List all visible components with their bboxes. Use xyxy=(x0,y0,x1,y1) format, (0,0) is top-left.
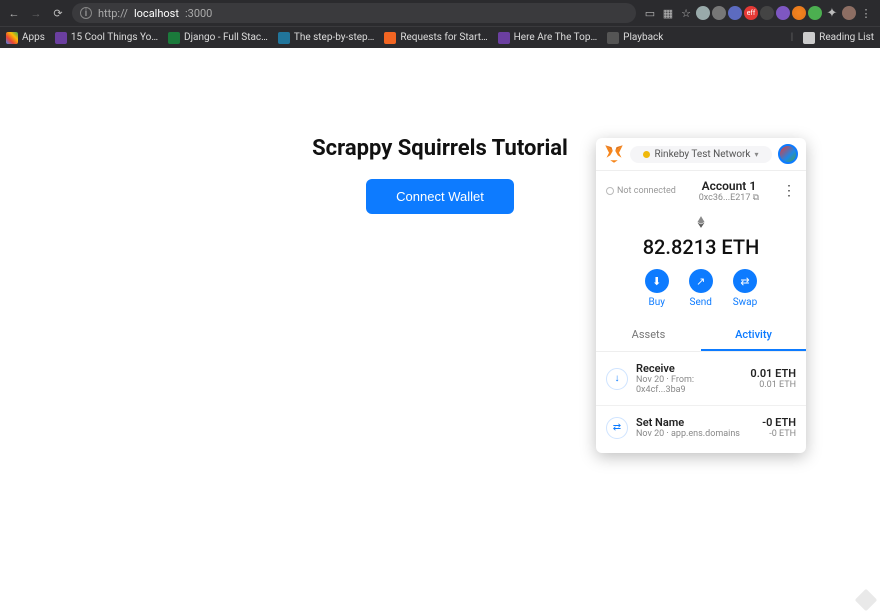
connect-wallet-button[interactable]: Connect Wallet xyxy=(366,179,514,214)
metamask-popup: Rinkeby Test Network ▾ Not connected Acc… xyxy=(596,138,806,453)
extensions-button[interactable]: ✦ xyxy=(824,5,840,21)
ext-icon[interactable] xyxy=(728,6,742,20)
metamask-ext-icon[interactable] xyxy=(792,6,806,20)
receive-icon: ↓ xyxy=(606,368,628,390)
ext-eff-icon[interactable]: eff xyxy=(744,6,758,20)
swap-icon: ⇄ xyxy=(606,417,628,439)
tx-amount: 0.01 ETH xyxy=(750,367,796,380)
buy-button[interactable]: ⬇Buy xyxy=(645,269,669,308)
menu-button[interactable]: ⋮ xyxy=(858,5,874,21)
eth-icon xyxy=(694,215,708,229)
extensions-row: ▭ ▦ ☆ eff ✦ ⋮ xyxy=(642,5,874,21)
back-button[interactable]: ← xyxy=(6,5,22,21)
send-button[interactable]: ↗Send xyxy=(689,269,713,308)
account-menu-button[interactable]: ⋮ xyxy=(782,183,796,199)
account-avatar[interactable] xyxy=(778,144,798,164)
metamask-fox-icon xyxy=(604,144,624,164)
tx-title: Set Name xyxy=(636,416,754,429)
bookmark-item[interactable]: The step-by-step… xyxy=(278,32,374,44)
info-icon: i xyxy=(80,7,92,19)
tx-amount-sub: -0 ETH xyxy=(762,429,796,439)
cast-icon[interactable]: ▭ xyxy=(642,5,658,21)
tx-amount: -0 ETH xyxy=(762,416,796,429)
bookmark-item[interactable]: 15 Cool Things Yo… xyxy=(55,32,158,44)
balance: 82.8213 ETH xyxy=(596,229,806,269)
ext-icon[interactable] xyxy=(760,6,774,20)
bookmark-item[interactable]: Here Are The Top… xyxy=(498,32,597,44)
profile-avatar[interactable] xyxy=(842,6,856,20)
copy-icon[interactable]: ⧉ xyxy=(753,193,759,203)
account-row: Not connected Account 1 0xc36...E217 ⧉ ⋮ xyxy=(596,171,806,211)
apps-button[interactable]: Apps xyxy=(6,32,45,44)
chevron-down-icon: ▾ xyxy=(755,150,759,159)
metamask-header: Rinkeby Test Network ▾ xyxy=(596,138,806,171)
url-scheme: http:// xyxy=(98,7,128,20)
browser-chrome: ← → ⟳ i http:// localhost :3000 ▭ ▦ ☆ eff … xyxy=(0,0,880,48)
forward-button[interactable]: → xyxy=(28,5,44,21)
account-address[interactable]: 0xc36...E217 ⧉ xyxy=(699,193,759,203)
star-icon[interactable]: ☆ xyxy=(678,5,694,21)
ext-icon[interactable] xyxy=(696,6,710,20)
bookmark-item[interactable]: Django - Full Stac… xyxy=(168,32,268,44)
page-content: Scrappy Squirrels Tutorial Connect Walle… xyxy=(0,136,880,614)
ext-icon[interactable] xyxy=(808,6,822,20)
qr-icon[interactable]: ▦ xyxy=(660,5,676,21)
url-port: :3000 xyxy=(185,7,212,20)
tx-row[interactable]: ↓ ReceiveNov 20 · From: 0x4cf...3ba9 0.0… xyxy=(596,352,806,406)
tx-amount-sub: 0.01 ETH xyxy=(750,380,796,390)
swap-button[interactable]: ⇄Swap xyxy=(733,269,758,308)
tabs: Assets Activity xyxy=(596,320,806,352)
network-selector[interactable]: Rinkeby Test Network ▾ xyxy=(630,146,772,163)
tx-sub: Nov 20 · From: 0x4cf...3ba9 xyxy=(636,375,742,395)
bookmark-item[interactable]: Requests for Start… xyxy=(384,32,487,44)
network-label: Rinkeby Test Network xyxy=(654,149,750,160)
toolbar: ← → ⟳ i http:// localhost :3000 ▭ ▦ ☆ eff … xyxy=(0,0,880,26)
reload-button[interactable]: ⟳ xyxy=(50,5,66,21)
corner-badge-icon xyxy=(855,589,878,612)
arrow-up-right-icon: ↗ xyxy=(689,269,713,293)
url-host: localhost xyxy=(134,7,179,20)
tab-activity[interactable]: Activity xyxy=(701,320,806,351)
connection-status[interactable]: Not connected xyxy=(606,186,676,196)
download-icon: ⬇ xyxy=(645,269,669,293)
ext-icon[interactable] xyxy=(776,6,790,20)
bookmarks-bar: Apps 15 Cool Things Yo… Django - Full St… xyxy=(0,26,880,48)
action-row: ⬇Buy ↗Send ⇄Swap xyxy=(596,269,806,320)
network-dot-icon xyxy=(643,151,650,158)
tx-title: Receive xyxy=(636,362,742,375)
swap-icon: ⇄ xyxy=(733,269,757,293)
tx-sub: Nov 20 · app.ens.domains xyxy=(636,429,754,439)
ext-icon[interactable] xyxy=(712,6,726,20)
account-name[interactable]: Account 1 xyxy=(699,179,759,193)
url-bar[interactable]: i http:// localhost :3000 xyxy=(72,3,636,23)
bookmark-item[interactable]: Playback xyxy=(607,32,663,44)
tx-row[interactable]: ⇄ Set NameNov 20 · app.ens.domains -0 ET… xyxy=(596,406,806,453)
reading-list-button[interactable]: Reading List xyxy=(803,32,874,44)
tab-assets[interactable]: Assets xyxy=(596,320,701,351)
